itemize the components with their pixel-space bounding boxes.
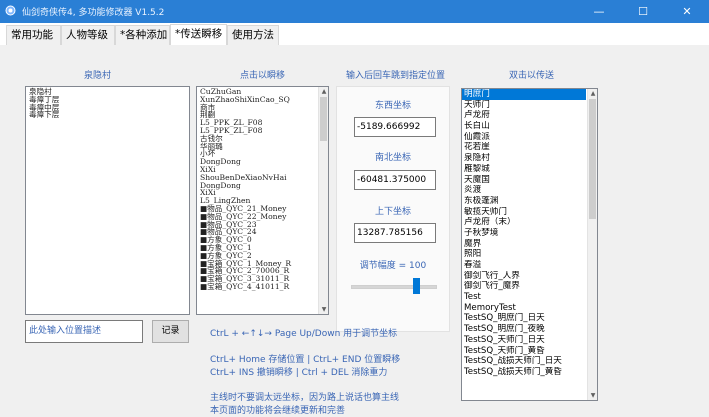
minimize-button[interactable]: — xyxy=(577,0,621,23)
north-south-input[interactable]: -60481.375000 xyxy=(354,170,436,190)
warp-target-item[interactable]: XunZhaoShiXinCao_SQ xyxy=(200,95,325,104)
window-title: 仙剑奇侠传4, 多功能修改器 V1.5.2 xyxy=(22,8,165,18)
teleport-destination-item[interactable]: 泉隐村 xyxy=(462,153,586,164)
teleport-panel: 泉隐村 点击以瞬移 输入后回车跳到指定位置 双击以传送 泉隐村 毒瘴丁层 毒瘴中层毒… xyxy=(0,45,709,417)
east-west-input[interactable]: -5189.666992 xyxy=(354,117,436,137)
teleport-destination-item[interactable]: TestSQ_天师门_黄昏 xyxy=(462,346,586,357)
tab-character-level[interactable]: 人物等级 xyxy=(61,25,115,45)
map-list-items: 泉隐村 毒瘴丁层 毒瘴中层 毒瘴下层 xyxy=(26,87,189,120)
warp-target-item[interactable]: 商市 xyxy=(200,103,325,112)
teleport-destination-item[interactable]: 敏揽天帅门 xyxy=(462,207,586,218)
teleport-destination-item[interactable]: 魔界 xyxy=(462,239,586,250)
tab-usage[interactable]: 使用方法 xyxy=(227,25,279,45)
teleport-destination-item[interactable]: 花若崖 xyxy=(462,142,586,153)
teleport-destination-item[interactable]: 天师门 xyxy=(462,100,586,111)
tab-bar: 常用功能 人物等级 *各种添加 *传送瞬移 使用方法 xyxy=(0,23,709,46)
app-icon xyxy=(5,5,16,16)
title-bar: 仙剑奇侠传4, 多功能修改器 V1.5.2 — ☐ ✕ xyxy=(0,0,709,23)
current-map-label: 泉隐村 xyxy=(84,71,112,81)
teleport-destination-item[interactable]: Test xyxy=(462,292,586,303)
close-button[interactable]: ✕ xyxy=(665,0,709,23)
teleport-destination-item[interactable]: 子秋梦境 xyxy=(462,228,586,239)
tab-common-functions[interactable]: 常用功能 xyxy=(6,25,61,45)
tab-add-items[interactable]: *各种添加 xyxy=(115,25,170,45)
teleport-destination-item[interactable]: TestSQ_明庶门_夜晚 xyxy=(462,324,586,335)
hint-adjust-coords: CtrL + ←↑↓→ Page Up/Down 用于调节坐标 xyxy=(210,329,398,339)
teleport-destination-item[interactable]: TestSQ_战损天师门_日天 xyxy=(462,356,586,367)
teleport-destination-item[interactable]: 天魔国 xyxy=(462,175,586,186)
teleport-destination-item[interactable]: 照阳 xyxy=(462,249,586,260)
teleport-destination-item[interactable]: TestSQ_明庶门_日天 xyxy=(462,313,586,324)
warp-target-item[interactable]: DongDong xyxy=(200,181,325,190)
hint-update-notice: 本页面的功能将会继续更新和完善 xyxy=(210,406,346,416)
scroll-up-icon[interactable]: ▲ xyxy=(319,87,328,96)
hint-store-position: CtrL+ Home 存储位置 | CtrL+ END 位置瞬移 xyxy=(210,355,401,365)
teleport-destination-item[interactable]: 雁黎城 xyxy=(462,164,586,175)
double-click-teleport-label: 双击以传送 xyxy=(509,71,555,81)
teleport-destination-items: 明庶门 天师门 卢龙府 长白山 仙霞派 花若崖 泉隐村 雁黎城 天魔国 炎渡 东极蓬渊 敏揽天帅门 卢龙… xyxy=(462,89,586,378)
warp-target-items: CuZhuGan XunZhaoShiXinCao_SQ 商市 荆蒯 L5_PPK_ZL… xyxy=(197,87,328,292)
enter-coords-label: 输入后回车跳到指定位置 xyxy=(346,71,446,81)
teleport-destination-item[interactable]: 春溢 xyxy=(462,260,586,271)
teleport-destination-item[interactable]: TestSQ_天师门_日天 xyxy=(462,335,586,346)
east-west-label: 东西坐标 xyxy=(374,101,411,111)
up-down-input[interactable]: 13287.785156 xyxy=(354,223,436,243)
tab-teleport[interactable]: *传送瞬移 xyxy=(170,24,227,46)
teleport-destination-item[interactable]: MemoryTest xyxy=(462,303,586,314)
record-button[interactable]: 记录 xyxy=(152,320,189,343)
hint-mainline-warning: 主线时不要调太远坐标，因为路上说话也算主线 xyxy=(210,393,400,403)
teleport-destination-item[interactable]: 长白山 xyxy=(462,121,586,132)
maximize-button[interactable]: ☐ xyxy=(621,0,665,23)
map-list-item[interactable]: 毒瘴下层 xyxy=(29,111,186,119)
teleport-destination-item[interactable]: 东极蓬渊 xyxy=(462,196,586,207)
step-size-label: 调节幅度 = 100 xyxy=(359,261,427,271)
warp-target-item[interactable]: 华丽璐 xyxy=(200,142,325,151)
teleport-destination-item[interactable]: 御剑飞行_人界 xyxy=(462,271,586,282)
map-list[interactable]: 泉隐村 毒瘴丁层 毒瘴中层 毒瘴下层 xyxy=(25,86,190,315)
teleport-destination-list[interactable]: 明庶门 天师门 卢龙府 长白山 仙霞派 花若崖 泉隐村 雁黎城 天魔国 炎渡 东极蓬渊 敏揽天帅门 卢龙… xyxy=(461,88,598,401)
position-description-input[interactable]: 此处输入位置描述 xyxy=(25,320,143,343)
scroll-down-icon[interactable]: ▼ xyxy=(319,305,328,314)
warp-target-item[interactable]: DongDong xyxy=(200,158,325,166)
scroll-thumb[interactable] xyxy=(589,99,596,219)
step-slider-track[interactable] xyxy=(351,285,437,289)
warp-target-list[interactable]: CuZhuGan XunZhaoShiXinCao_SQ 商市 荆蒯 L5_PPK_ZL… xyxy=(196,86,329,315)
up-down-label: 上下坐标 xyxy=(374,207,411,217)
scroll-up-icon[interactable]: ▲ xyxy=(588,89,597,98)
scroll-down-icon[interactable]: ▼ xyxy=(588,391,597,400)
destination-list-scrollbar[interactable]: ▲ ▼ xyxy=(587,89,597,400)
warp-list-scrollbar[interactable]: ▲ ▼ xyxy=(318,87,328,314)
coordinate-panel: 东西坐标 -5189.666992 南北坐标 -60481.375000 上下坐… xyxy=(336,86,450,332)
teleport-destination-item[interactable]: 卢龙府 xyxy=(462,110,586,121)
north-south-label: 南北坐标 xyxy=(374,153,411,163)
teleport-destination-item[interactable]: 御剑飞行_魔界 xyxy=(462,281,586,292)
teleport-destination-item[interactable]: 明庶门 xyxy=(462,89,586,100)
teleport-destination-item[interactable]: 仙霞派 xyxy=(462,132,586,143)
scroll-thumb[interactable] xyxy=(320,97,327,141)
teleport-destination-item[interactable]: 炎渡 xyxy=(462,185,586,196)
click-to-warp-label: 点击以瞬移 xyxy=(240,71,286,81)
teleport-destination-item[interactable]: 卢龙府（末） xyxy=(462,217,586,228)
app-window: 仙剑奇侠传4, 多功能修改器 V1.5.2 — ☐ ✕ 常用功能 人物等级 *各… xyxy=(0,0,709,417)
step-slider-thumb[interactable] xyxy=(412,278,420,294)
warp-target-item[interactable]: ■宝箱_QYC_4_41011_R xyxy=(200,283,325,291)
hint-undo-warp: CtrL+ INS 撤销瞬移 | Ctrl + DEL 消除重力 xyxy=(210,368,388,378)
teleport-destination-item[interactable]: TestSQ_战损天师门_黄昏 xyxy=(462,367,586,378)
